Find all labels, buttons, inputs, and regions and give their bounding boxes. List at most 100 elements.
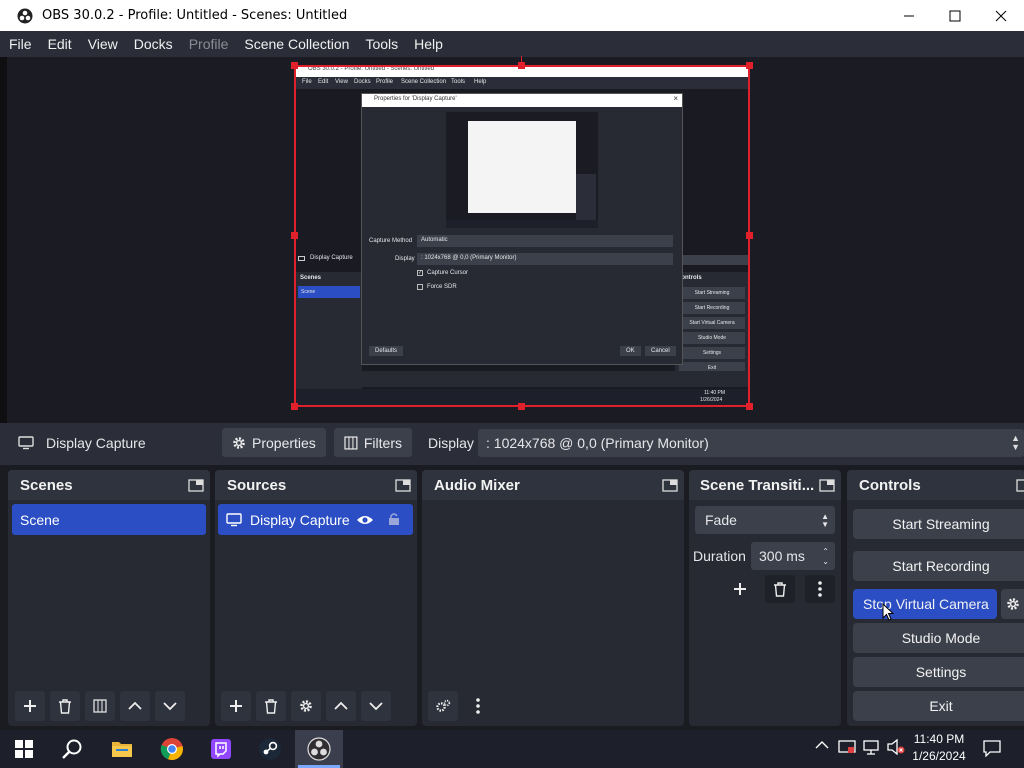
menu-edit[interactable]: Edit: [48, 36, 72, 52]
controls-title: Controls: [859, 476, 921, 494]
studio-mode-label: Studio Mode: [901, 630, 981, 646]
start-streaming-button[interactable]: Start Streaming: [853, 509, 1024, 539]
nested-display-select: : 1024x768 @ 0,0 (Primary Monitor): [417, 253, 673, 265]
notification-center-button[interactable]: [983, 739, 1001, 760]
properties-button[interactable]: Properties: [222, 428, 326, 457]
trash-icon: [774, 581, 786, 597]
start-recording-button[interactable]: Start Recording: [853, 551, 1024, 581]
search-button[interactable]: [48, 730, 96, 768]
resize-handle-t[interactable]: [518, 62, 525, 69]
nested-properties-dialog: Properties for 'Display Capture' × Captu…: [361, 93, 683, 365]
virtual-camera-button[interactable]: Stop Virtual Camera: [853, 589, 997, 619]
audio-settings-button[interactable]: [428, 691, 458, 721]
transition-select[interactable]: Fade ▲ ▼: [695, 506, 835, 534]
obs-taskbar-button[interactable]: [295, 730, 343, 768]
audio-menu-button[interactable]: [463, 691, 493, 721]
steam-button[interactable]: [246, 730, 294, 768]
minimize-button[interactable]: [886, 0, 932, 31]
duration-spinbox[interactable]: 300 ms ⌃ ⌄: [751, 542, 835, 570]
close-button[interactable]: [978, 0, 1024, 31]
plus-icon: [734, 583, 746, 595]
transition-menu-button[interactable]: [805, 575, 835, 603]
nested-controls-title: Controls: [677, 275, 702, 281]
filters-label: Filters: [363, 434, 402, 451]
notification-icon: [983, 740, 1001, 758]
volume-muted-icon[interactable]: [886, 738, 906, 758]
start-streaming-label: Start Streaming: [892, 516, 990, 532]
sources-title: Sources: [227, 476, 287, 494]
resize-handle-tl[interactable]: [291, 62, 298, 69]
scene-filters-button[interactable]: [85, 691, 115, 721]
menu-file[interactable]: File: [9, 36, 32, 52]
tray-chevron-up-icon[interactable]: [815, 738, 829, 754]
menu-view[interactable]: View: [88, 36, 118, 52]
chrome-button[interactable]: [148, 730, 196, 768]
menu-scene-collection[interactable]: Scene Collection: [244, 36, 349, 52]
start-button[interactable]: [0, 730, 48, 768]
taskbar-clock-date[interactable]: 1/26/2024: [906, 749, 972, 763]
nested-force-sdr-label: Force SDR: [427, 284, 457, 290]
spin-arrows-icon[interactable]: ⌃ ⌄: [822, 547, 829, 567]
resize-handle-l[interactable]: [291, 232, 298, 239]
menu-docks[interactable]: Docks: [134, 36, 173, 52]
move-source-up-button[interactable]: [326, 691, 356, 721]
nested-ctrl-virtual: Start Virtual Camera: [679, 317, 745, 329]
remove-source-button[interactable]: [256, 691, 286, 721]
eye-icon[interactable]: [356, 514, 374, 526]
network-icon[interactable]: [862, 739, 880, 758]
resize-handle-tr[interactable]: [746, 62, 753, 69]
menu-profile[interactable]: Profile: [189, 36, 229, 52]
kebab-menu-icon: [818, 581, 822, 597]
file-explorer-button[interactable]: [98, 730, 146, 768]
add-transition-button[interactable]: [725, 575, 755, 603]
remove-transition-button[interactable]: [765, 575, 795, 603]
move-scene-up-button[interactable]: [120, 691, 150, 721]
virtual-camera-settings-button[interactable]: [1001, 589, 1024, 619]
security-icon[interactable]: [838, 739, 856, 758]
studio-mode-button[interactable]: Studio Mode: [853, 623, 1024, 653]
resize-handle-b[interactable]: [518, 403, 525, 410]
source-item-label: Display Capture: [250, 511, 350, 528]
preview-source-display-capture[interactable]: OBS 30.0.2 - Profile: Untitled - Scenes:…: [294, 65, 750, 407]
nested-capture-method-label: Capture Method: [369, 238, 413, 244]
scenes-dock: Scenes Scene: [8, 470, 210, 726]
nested-clock-time: 11:40 PM: [704, 390, 726, 396]
scene-item[interactable]: Scene: [12, 504, 206, 535]
twitch-button[interactable]: [197, 730, 245, 768]
taskbar-clock-time[interactable]: 11:40 PM: [906, 732, 972, 746]
undock-icon[interactable]: [188, 477, 204, 493]
source-properties-button[interactable]: [291, 691, 321, 721]
resize-handle-br[interactable]: [746, 403, 753, 410]
add-scene-button[interactable]: [15, 691, 45, 721]
menu-tools[interactable]: Tools: [365, 36, 398, 52]
undock-icon[interactable]: [819, 477, 835, 493]
nested-title: OBS 30.0.2 - Profile: Untitled - Scenes:…: [308, 66, 435, 72]
filters-button[interactable]: Filters: [334, 428, 412, 457]
add-source-button[interactable]: [221, 691, 251, 721]
nested-capture-method-select: Automatic: [417, 235, 673, 247]
rotation-handle[interactable]: [521, 56, 522, 62]
nested-menubar: File Edit View Docks Profile Scene Colle…: [294, 77, 750, 89]
unlock-icon[interactable]: [388, 512, 400, 526]
nested-display-value: : 1024x768 @ 0,0 (Primary Monitor): [421, 255, 517, 261]
source-item[interactable]: Display Capture: [218, 504, 413, 535]
settings-button[interactable]: Settings: [853, 657, 1024, 687]
resize-handle-bl[interactable]: [291, 403, 298, 410]
obs-icon: [307, 737, 331, 761]
start-icon: [15, 740, 33, 758]
nested-menu-help: Help: [474, 79, 487, 85]
duration-value: 300 ms: [759, 548, 805, 564]
move-scene-down-button[interactable]: [155, 691, 185, 721]
nested-dialog-preview-panel: [576, 174, 596, 220]
display-select[interactable]: : 1024x768 @ 0,0 (Primary Monitor) ▲ ▼: [478, 429, 1024, 457]
nested-cancel-button: Cancel: [645, 346, 676, 356]
undock-icon[interactable]: [1016, 477, 1024, 493]
exit-button[interactable]: Exit: [853, 691, 1024, 721]
undock-icon[interactable]: [395, 477, 411, 493]
menu-help[interactable]: Help: [414, 36, 443, 52]
undock-icon[interactable]: [662, 477, 678, 493]
move-source-down-button[interactable]: [361, 691, 391, 721]
resize-handle-r[interactable]: [746, 232, 753, 239]
remove-scene-button[interactable]: [50, 691, 80, 721]
maximize-button[interactable]: [932, 0, 978, 31]
